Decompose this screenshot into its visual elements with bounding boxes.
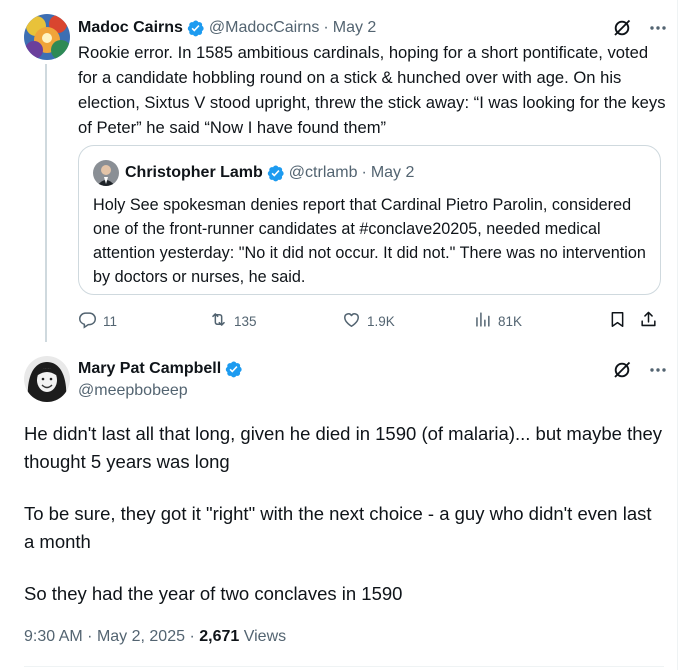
like-count: 1.9K [367, 313, 395, 329]
views-icon [473, 310, 492, 332]
main-tweet-author-row: Mary Pat Campbell [78, 358, 247, 380]
avatar-christopher-lamb[interactable] [93, 160, 119, 186]
grok-icon[interactable] [612, 360, 632, 380]
verified-badge-icon[interactable] [186, 19, 205, 38]
like-button[interactable]: 1.9K [342, 308, 395, 334]
bookmark-icon [608, 310, 627, 332]
avatar-madoc-cairns[interactable] [24, 14, 70, 60]
more-icon[interactable] [648, 360, 668, 380]
quoted-tweet-header: Christopher Lamb @ctrlamb · May 2 [125, 162, 414, 184]
main-tweet-text: He didn't last all that long, given he d… [24, 420, 664, 632]
views-button[interactable]: 81K [473, 308, 522, 334]
separator-dot: · [189, 628, 195, 645]
views-count: 2,671 [199, 628, 240, 645]
quoted-tweet-card[interactable]: Christopher Lamb @ctrlamb · May 2 Holy S… [78, 145, 661, 295]
column-border [677, 0, 678, 670]
avatar-mary-pat-campbell[interactable] [24, 356, 70, 402]
divider [24, 666, 664, 667]
repost-count: 135 [234, 313, 257, 329]
separator-dot: · [361, 164, 367, 181]
tweet-timestamp-views: 9:30 AM · May 2, 2025 · 2,671 Views [24, 628, 286, 646]
parent-tweet-text: Rookie error. In 1585 ambitious cardinal… [78, 43, 666, 137]
main-tweet: Mary Pat Campbell @meepbobeep He didn't … [0, 342, 677, 670]
tweet-paragraph: To be sure, they got it "right" with the… [24, 503, 652, 552]
more-icon[interactable] [648, 18, 668, 38]
separator-dot: · [87, 628, 93, 645]
separator-dot: · [323, 19, 329, 36]
quoted-author-name[interactable]: Christopher Lamb [125, 164, 263, 182]
grok-icon[interactable] [612, 18, 632, 38]
parent-tweet[interactable]: Madoc Cairns @MadocCairns · May 2 Rookie… [0, 0, 677, 342]
tweet-thread-page: Madoc Cairns @MadocCairns · May 2 Rookie… [0, 0, 688, 670]
author-name[interactable]: Mary Pat Campbell [78, 360, 221, 378]
reply-icon [78, 310, 97, 332]
parent-tweet-action-bar: 11 135 1.9K 81K [78, 308, 661, 334]
share-button[interactable] [639, 308, 658, 334]
reply-count: 11 [103, 313, 118, 329]
tweet-paragraph: He didn't last all that long, given he d… [24, 423, 663, 472]
verified-badge-icon[interactable] [224, 360, 243, 379]
quoted-tweet-date[interactable]: May 2 [371, 164, 415, 182]
repost-button[interactable]: 135 [209, 308, 257, 334]
like-icon [342, 310, 361, 332]
views-label: Views [243, 628, 287, 645]
tweet-date[interactable]: May 2 [333, 19, 377, 37]
author-name[interactable]: Madoc Cairns [78, 19, 183, 37]
tweet-paragraph: So they had the year of two conclaves in… [24, 583, 403, 604]
reply-button[interactable]: 11 [78, 308, 117, 334]
verified-badge-icon[interactable] [266, 164, 285, 183]
quoted-tweet-text: Holy See spokesman denies report that Ca… [93, 196, 646, 286]
author-handle[interactable]: @meepbobeep [78, 382, 188, 400]
main-tweet-top-actions [612, 360, 668, 380]
tweet-time[interactable]: 9:30 AM [24, 628, 83, 645]
views-count: 81K [498, 313, 523, 329]
parent-tweet-header: Madoc Cairns @MadocCairns · May 2 [78, 17, 376, 39]
parent-tweet-top-actions [612, 18, 668, 38]
bookmark-button[interactable] [608, 308, 627, 334]
repost-icon [209, 310, 228, 332]
author-handle[interactable]: @MadocCairns [209, 19, 320, 37]
tweet-date[interactable]: May 2, 2025 [97, 628, 185, 645]
quoted-author-handle[interactable]: @ctrlamb [289, 164, 358, 182]
thread-connector-line [45, 64, 47, 342]
share-icon [639, 310, 658, 332]
